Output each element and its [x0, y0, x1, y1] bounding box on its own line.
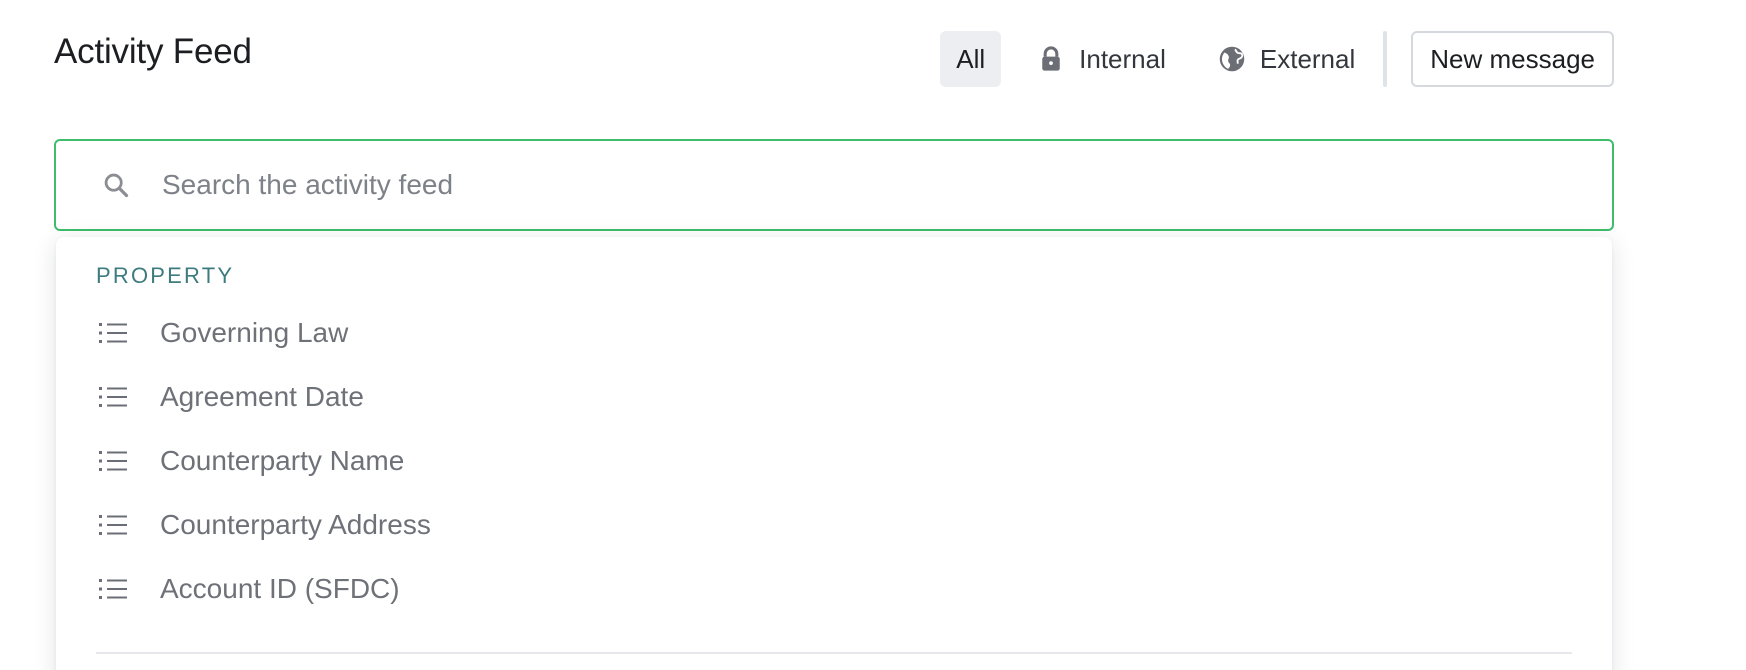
filter-all-button[interactable]: All — [940, 31, 1002, 87]
property-option-label: Agreement Date — [160, 381, 364, 412]
search-suggestions-dropdown: PROPERTY Governing Law Agreement Date Coun… — [56, 237, 1612, 670]
list-icon — [98, 320, 128, 346]
property-option-label: Counterparty Name — [160, 445, 405, 476]
property-option-label: Counterparty Address — [160, 509, 431, 540]
property-option[interactable]: Counterparty Address — [56, 493, 1612, 557]
search-icon — [102, 171, 130, 199]
property-option-label: Account ID (SFDC) — [160, 573, 400, 604]
activity-feed-page: Activity Feed All Internal External New … — [0, 0, 1746, 670]
list-icon — [98, 576, 128, 602]
feed-filter-bar: All Internal External New message — [940, 31, 1614, 87]
lock-icon — [1037, 45, 1065, 73]
property-option[interactable]: Governing Law — [56, 301, 1612, 365]
property-option[interactable]: Counterparty Name — [56, 429, 1612, 493]
filter-external-label: External — [1259, 43, 1356, 74]
section-label-property: PROPERTY — [96, 263, 235, 288]
dropdown-divider — [96, 652, 1572, 654]
filter-internal-label: Internal — [1079, 43, 1166, 74]
new-message-button[interactable]: New message — [1411, 31, 1614, 87]
filter-divider — [1383, 31, 1388, 87]
search-input[interactable] — [162, 155, 1612, 215]
page-title: Activity Feed — [54, 32, 252, 71]
list-icon — [98, 512, 128, 538]
property-option-label: Governing Law — [160, 317, 349, 348]
filter-all-label: All — [956, 43, 986, 74]
list-icon — [98, 384, 128, 410]
activity-search-box[interactable] — [54, 139, 1614, 231]
globe-icon — [1218, 45, 1246, 73]
filter-internal-button[interactable]: Internal — [1021, 31, 1182, 87]
filter-external-button[interactable]: External — [1202, 31, 1371, 87]
list-icon — [98, 448, 128, 474]
property-option[interactable]: Account ID (SFDC) — [56, 557, 1612, 621]
property-options-list: Governing Law Agreement Date Counterparty … — [56, 301, 1612, 621]
property-option[interactable]: Agreement Date — [56, 365, 1612, 429]
